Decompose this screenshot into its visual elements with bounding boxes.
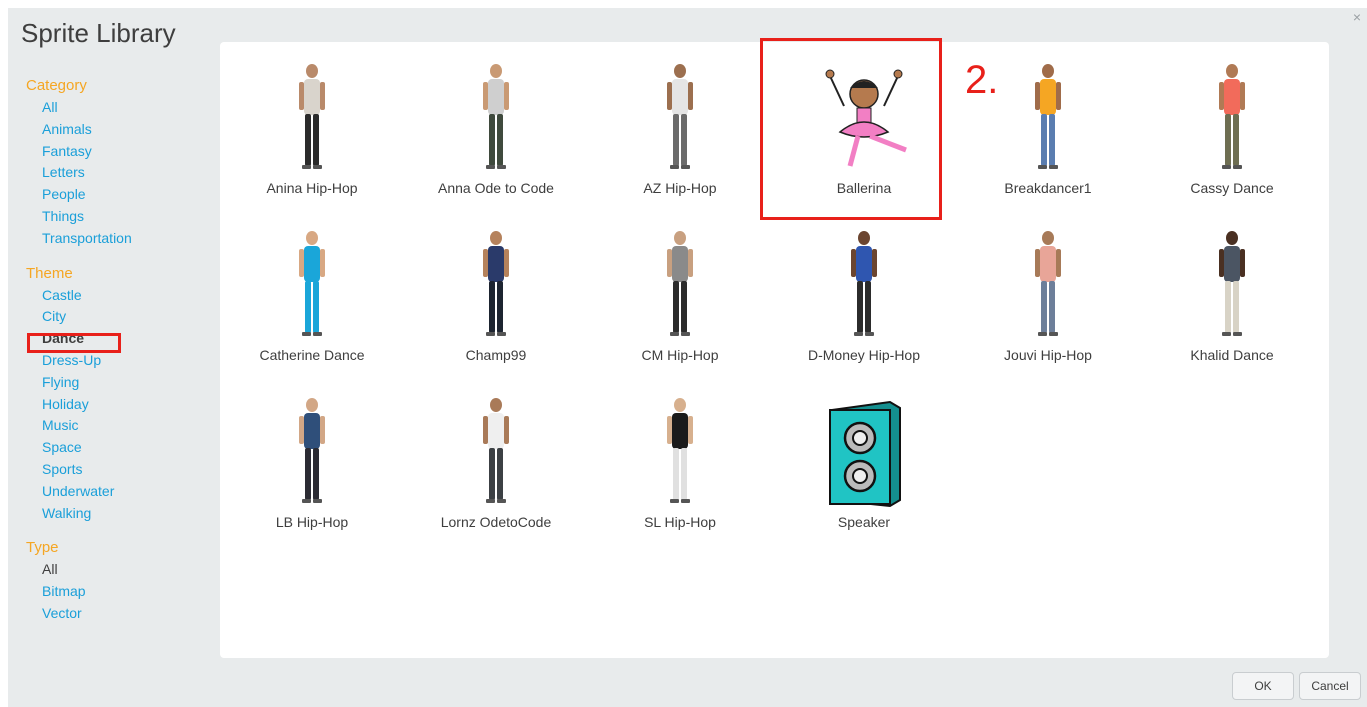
sprite-thumbnail: [1182, 56, 1282, 174]
type-item-bitmap[interactable]: Bitmap: [42, 581, 206, 603]
sprite-thumbnail: [630, 390, 730, 508]
theme-item-city[interactable]: City: [42, 306, 206, 328]
sprite-thumbnail: [262, 223, 362, 341]
category-item-all[interactable]: All: [42, 97, 206, 119]
category-item-transportation[interactable]: Transportation: [42, 228, 206, 250]
sprite-tile-speaker[interactable]: Speaker: [772, 390, 956, 557]
sprite-label: Lornz OdetoCode: [440, 514, 552, 530]
type-heading: Type: [26, 539, 59, 557]
sprite-tile-anna-ode-to-code[interactable]: Anna Ode to Code: [404, 56, 588, 223]
sprite-tile-cassy-dance[interactable]: Cassy Dance: [1140, 56, 1324, 223]
sprite-thumbnail: [262, 56, 362, 174]
theme-item-holiday[interactable]: Holiday: [42, 394, 206, 416]
sprite-tile-khalid-dance[interactable]: Khalid Dance: [1140, 223, 1324, 390]
sprite-thumbnail: [814, 390, 914, 508]
sprite-label: Jouvi Hip-Hop: [1004, 347, 1092, 363]
sprite-tile-catherine-dance[interactable]: Catherine Dance: [220, 223, 404, 390]
sprite-label: Catherine Dance: [259, 347, 365, 363]
dialog-title: Sprite Library: [21, 18, 176, 48]
sprite-tile-anina-hip-hop[interactable]: Anina Hip-Hop: [220, 56, 404, 223]
sprite-label: Speaker: [837, 514, 891, 530]
sprite-label: Khalid Dance: [1190, 347, 1274, 363]
sprite-thumbnail: [446, 390, 546, 508]
sprite-label: SL Hip-Hop: [644, 514, 716, 530]
sprite-tile-ballerina[interactable]: Ballerina: [772, 56, 956, 223]
theme-item-castle[interactable]: Castle: [42, 285, 206, 307]
sprite-thumbnail: [446, 56, 546, 174]
filter-sidebar: Category All Animals Fantasy Letters People T…: [26, 76, 206, 639]
close-icon[interactable]: ×: [1350, 10, 1364, 24]
type-item-vector[interactable]: Vector: [42, 603, 206, 625]
theme-item-walking[interactable]: Walking: [42, 503, 206, 525]
sprite-thumbnail: [630, 56, 730, 174]
sprite-grid-panel: Anina Hip-Hop Anna Ode to Code AZ Hip-Hop B…: [220, 42, 1329, 658]
cancel-button[interactable]: Cancel: [1299, 672, 1361, 700]
sprite-thumbnail: [630, 223, 730, 341]
sprite-label: AZ Hip-Hop: [643, 180, 717, 196]
sprite-thumbnail: [446, 223, 546, 341]
sprite-thumbnail: [1182, 223, 1282, 341]
sprite-thumbnail: [998, 56, 1098, 174]
theme-item-underwater[interactable]: Underwater: [42, 481, 206, 503]
sprite-tile-lornz-odetocode[interactable]: Lornz OdetoCode: [404, 390, 588, 557]
theme-item-flying[interactable]: Flying: [42, 372, 206, 394]
sprite-thumbnail: [262, 390, 362, 508]
sprite-thumbnail: [814, 223, 914, 341]
sprite-tile-cm-hip-hop[interactable]: CM Hip-Hop: [588, 223, 772, 390]
theme-list: Castle City Dance Dress-Up Flying Holiday Musi…: [26, 285, 206, 525]
sprite-label: Champ99: [465, 347, 527, 363]
step-annotation-label: 2.: [965, 58, 999, 102]
sprite-label: Breakdancer1: [1004, 180, 1092, 196]
type-item-all[interactable]: All: [42, 559, 206, 581]
category-list: All Animals Fantasy Letters People Things Tran…: [26, 97, 206, 250]
sprite-tile-sl-hip-hop[interactable]: SL Hip-Hop: [588, 390, 772, 557]
sprite-tile-az-hip-hop[interactable]: AZ Hip-Hop: [588, 56, 772, 223]
theme-item-dance[interactable]: Dance: [42, 328, 206, 350]
theme-heading: Theme: [26, 264, 73, 282]
theme-item-sports[interactable]: Sports: [42, 459, 206, 481]
sprite-label: Cassy Dance: [1190, 180, 1274, 196]
theme-item-dress-up[interactable]: Dress-Up: [42, 350, 206, 372]
sprite-label: Ballerina: [836, 180, 892, 196]
sprite-label: Anna Ode to Code: [438, 180, 554, 196]
category-item-animals[interactable]: Animals: [42, 119, 206, 141]
sprite-tile-d-money-hip-hop[interactable]: D-Money Hip-Hop: [772, 223, 956, 390]
sprite-label: LB Hip-Hop: [275, 514, 349, 530]
type-list: All Bitmap Vector: [26, 559, 206, 624]
sprite-label: CM Hip-Hop: [641, 347, 719, 363]
sprite-tile-lb-hip-hop[interactable]: LB Hip-Hop: [220, 390, 404, 557]
sprite-tile-jouvi-hip-hop[interactable]: Jouvi Hip-Hop: [956, 223, 1140, 390]
category-heading: Category: [26, 77, 87, 94]
category-item-fantasy[interactable]: Fantasy: [42, 141, 206, 163]
category-item-people[interactable]: People: [42, 184, 206, 206]
sprite-label: D-Money Hip-Hop: [807, 347, 921, 363]
sprite-tile-champ99[interactable]: Champ99: [404, 223, 588, 390]
theme-item-space[interactable]: Space: [42, 437, 206, 459]
category-item-things[interactable]: Things: [42, 206, 206, 228]
sprite-thumbnail: [998, 223, 1098, 341]
ok-button[interactable]: OK: [1232, 672, 1294, 700]
sprite-grid: Anina Hip-Hop Anna Ode to Code AZ Hip-Hop B…: [220, 56, 1324, 557]
sprite-label: Anina Hip-Hop: [266, 180, 358, 196]
sprite-thumbnail: [814, 56, 914, 174]
category-item-letters[interactable]: Letters: [42, 162, 206, 184]
theme-item-music[interactable]: Music: [42, 415, 206, 437]
